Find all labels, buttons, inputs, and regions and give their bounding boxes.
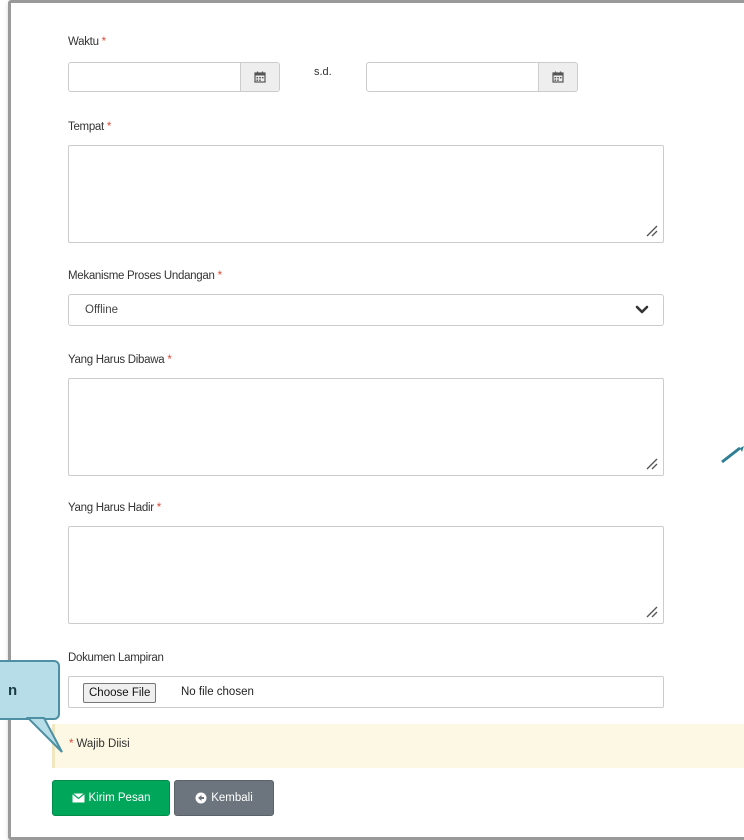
tempat-textarea[interactable]	[68, 145, 664, 243]
hadir-textarea[interactable]	[68, 526, 664, 624]
lampiran-file-input[interactable]: Choose File No file chosen	[68, 676, 664, 708]
annotation-callout: n	[0, 660, 60, 720]
chevron-down-icon	[635, 305, 649, 314]
required-marker: *	[156, 502, 162, 514]
annotation-arrow-icon	[721, 446, 744, 464]
required-marker: *	[167, 354, 172, 366]
kirim-pesan-button[interactable]: Kirim Pesan	[52, 780, 170, 816]
resize-grip-icon[interactable]	[645, 605, 659, 619]
callout-arrow-icon	[26, 717, 63, 753]
mekanisme-selected-value: Offline	[85, 304, 119, 316]
waktu-start-input[interactable]	[68, 62, 280, 92]
mekanisme-select[interactable]: Offline	[68, 294, 664, 326]
required-marker: *	[106, 121, 112, 133]
envelope-icon	[71, 793, 85, 803]
required-marker: *	[101, 36, 107, 48]
mekanisme-label: Mekanisme Proses Undangan *	[68, 270, 222, 282]
waktu-end-input[interactable]	[366, 62, 578, 92]
hadir-label: Yang Harus Hadir *	[68, 502, 161, 514]
required-note-box: * Wajib Diisi	[52, 724, 744, 768]
waktu-separator: s.d.	[314, 66, 332, 78]
waktu-label: Waktu *	[68, 36, 106, 48]
lampiran-label: Dokumen Lampiran	[68, 652, 164, 664]
circle-arrow-left-icon	[195, 792, 207, 804]
required-note: * Wajib Diisi	[69, 738, 130, 750]
choose-file-button[interactable]: Choose File	[83, 683, 157, 703]
kembali-button[interactable]: Kembali	[174, 780, 274, 816]
required-marker: *	[217, 270, 223, 282]
resize-grip-icon[interactable]	[645, 457, 659, 471]
tempat-label: Tempat *	[68, 121, 112, 133]
file-status: No file chosen	[181, 686, 254, 698]
resize-grip-icon[interactable]	[645, 224, 659, 238]
dibawa-textarea[interactable]	[68, 378, 664, 476]
calendar-icon[interactable]	[240, 63, 279, 91]
calendar-icon[interactable]	[538, 63, 577, 91]
dibawa-label: Yang Harus Dibawa *	[68, 354, 172, 366]
